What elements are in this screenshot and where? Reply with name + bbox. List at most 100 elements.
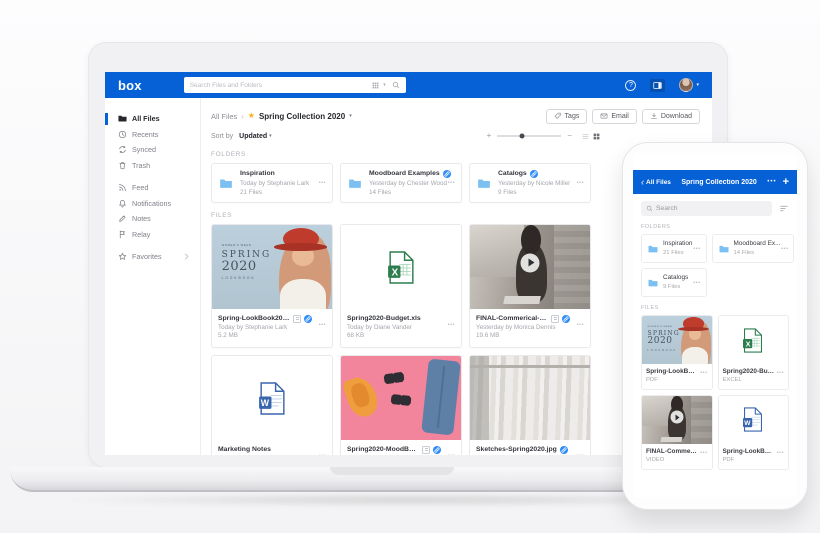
- folder-name-row: Catalogs: [498, 169, 570, 179]
- add-icon[interactable]: +: [783, 176, 789, 188]
- folder-menu-caret-icon[interactable]: ▾: [349, 113, 352, 119]
- email-button[interactable]: Email: [592, 108, 637, 124]
- mobile-files-label: FILES: [641, 305, 659, 311]
- sidebar-item-feed[interactable]: Feed: [105, 180, 200, 196]
- more-options-icon[interactable]: •••: [577, 453, 584, 455]
- mobile-search-input[interactable]: Search: [641, 201, 772, 216]
- more-options-icon[interactable]: •••: [448, 453, 455, 455]
- avatar[interactable]: [679, 78, 694, 92]
- mobile-search-row: Search: [641, 201, 789, 216]
- more-options-icon[interactable]: •••: [777, 450, 784, 458]
- play-icon[interactable]: [520, 253, 540, 273]
- file-card[interactable]: Sketches-Spring2020.jpgJune 18 by David …: [469, 355, 591, 455]
- grid-view-icon[interactable]: [593, 133, 600, 140]
- word-file-icon: W: [258, 381, 286, 415]
- zoom-out-icon[interactable]: −: [567, 132, 572, 140]
- more-options-icon[interactable]: •••: [693, 280, 700, 286]
- play-icon[interactable]: [670, 410, 684, 424]
- bell-icon: [118, 199, 127, 208]
- more-options-icon[interactable]: •••: [693, 246, 700, 252]
- sidebar-item-recents[interactable]: Recents: [105, 127, 200, 143]
- slider-handle[interactable]: [519, 133, 525, 139]
- video-thumbnail: [642, 395, 712, 444]
- back-button[interactable]: ‹ All Files: [641, 177, 671, 187]
- list-view-icon[interactable]: [582, 133, 589, 140]
- sidebar-item-synced[interactable]: Synced: [105, 142, 200, 158]
- star-icon: [118, 252, 127, 261]
- model-hat-brim-decor: [678, 326, 709, 331]
- more-options-icon[interactable]: •••: [319, 453, 326, 455]
- more-options-icon[interactable]: •••: [700, 370, 707, 378]
- avatar-caret-icon[interactable]: ▾: [696, 82, 699, 88]
- shared-link-badge-icon: [433, 445, 441, 454]
- trash-icon: [118, 161, 127, 170]
- breadcrumb-all-files[interactable]: All Files: [211, 112, 237, 121]
- mobile-file-caption: Spring2020-Budget EXCEL •••: [719, 364, 789, 389]
- sidebar-item-relay[interactable]: Relay: [105, 227, 200, 243]
- more-options-icon[interactable]: •••: [777, 370, 784, 378]
- folder-card[interactable]: Moodboard Examples Yesterday by Chester W…: [340, 163, 462, 203]
- file-size: 68 KB: [347, 332, 365, 340]
- sidebar-item-notes[interactable]: Notes: [105, 211, 200, 227]
- zoom-in-icon[interactable]: +: [487, 132, 492, 140]
- mobile-file-card[interactable]: FINAL-Commerical... VIDEO •••: [641, 394, 713, 470]
- file-card[interactable]: X Spring2020-Budget.xls Today by Diane Van…: [340, 224, 462, 349]
- breadcrumb: All Files › ★ Spring Collection 2020 ▾ T…: [211, 108, 700, 124]
- excel-file-icon: X: [387, 250, 415, 284]
- download-button[interactable]: Download: [641, 108, 700, 124]
- play-triangle: [675, 414, 680, 421]
- svg-text:X: X: [746, 339, 751, 348]
- file-type: VIDEO: [646, 457, 665, 464]
- mobile-file-card[interactable]: W Spring-LookBook2020 PDF •••: [717, 394, 789, 470]
- folder-name-row: Moodboard Examples: [369, 169, 451, 179]
- mobile-file-card[interactable]: X Spring2020-Budget EXCEL •••: [717, 315, 789, 390]
- more-options-icon[interactable]: •••: [577, 322, 584, 330]
- file-card[interactable]: FINAL-Commerical-Spring2020.mp4Yesterday…: [469, 224, 591, 349]
- cover-subtitle: WOMEN'S WEAR: [221, 242, 252, 247]
- search-input[interactable]: Search Files and Folders ▾: [183, 77, 406, 93]
- panel-toggle-icon[interactable]: [650, 78, 666, 92]
- file-card[interactable]: W Marketing NotesJune 20 by Chester Wood•…: [211, 355, 333, 455]
- tags-button[interactable]: Tags: [545, 108, 588, 124]
- more-options-icon[interactable]: •••: [319, 322, 326, 330]
- search-icon[interactable]: [392, 81, 400, 89]
- chevron-right-icon[interactable]: [182, 252, 191, 261]
- sidebar-item-notifications[interactable]: Notifications: [105, 196, 200, 212]
- folder-file-count: 21 Files: [240, 188, 263, 196]
- mobile-file-card[interactable]: WOMEN'S WEAR SPRING 2020 LOOKBOOK Spring-Loo…: [641, 315, 713, 390]
- file-name-row: Marketing Notes: [218, 445, 326, 455]
- more-options-icon[interactable]: •••: [448, 180, 455, 186]
- sidebar: All Files Recents Synced Trash Feed Notificat…: [105, 98, 201, 455]
- mail-icon: [600, 112, 608, 120]
- mobile-files-grid: WOMEN'S WEAR SPRING 2020 LOOKBOOK Spring-Loo…: [641, 315, 789, 470]
- sort-icon[interactable]: [779, 204, 789, 213]
- lookbook-cover-text: WOMEN'S WEAR SPRING 2020 LOOKBOOK: [222, 243, 272, 281]
- slider-track[interactable]: [497, 133, 562, 139]
- search-filter-grid-icon[interactable]: [372, 82, 379, 89]
- more-options-icon[interactable]: •••: [448, 322, 455, 330]
- folder-card[interactable]: Inspiration Today by Stephanie Lark 21 Fil…: [211, 163, 333, 203]
- sort-by-dropdown[interactable]: Sort by Updated ▾: [211, 133, 272, 140]
- more-options-icon[interactable]: •••: [700, 450, 707, 458]
- more-options-icon[interactable]: •••: [767, 179, 776, 185]
- svg-text:X: X: [391, 267, 398, 278]
- desktop-top-bar: box Search Files and Folders ▾ ? ▾: [105, 72, 712, 98]
- more-options-icon[interactable]: •••: [577, 180, 584, 186]
- sidebar-item-favorites[interactable]: Favorites: [105, 249, 200, 265]
- sidebar-item-all-files[interactable]: All Files: [105, 111, 200, 127]
- thumbnail-size-slider[interactable]: + −: [487, 132, 600, 140]
- help-icon[interactable]: ?: [625, 79, 637, 91]
- mobile-folder-card[interactable]: Catalogs 9 Files •••: [641, 268, 707, 297]
- file-card[interactable]: Spring2020-MoodBoard.pptxJune 20 by Ches…: [340, 355, 462, 455]
- cover-title-lookbook: LOOKBOOK: [647, 348, 678, 352]
- more-options-icon[interactable]: •••: [319, 180, 326, 186]
- folder-name: Catalogs: [663, 273, 689, 281]
- file-card[interactable]: WOMEN'S WEAR SPRING 2020 LOOKBOOK Spring-Loo…: [211, 224, 333, 349]
- mobile-folder-card[interactable]: Inspiration 21 Files •••: [641, 234, 707, 263]
- mobile-folder-card[interactable]: Moodboard Ex... 14 Files •••: [711, 234, 795, 263]
- search-filter-caret-icon[interactable]: ▾: [383, 82, 386, 88]
- more-options-icon[interactable]: •••: [781, 246, 788, 252]
- folder-card[interactable]: Catalogs Yesterday by Nicole Miller 9 File…: [469, 163, 591, 203]
- favorite-star-icon[interactable]: ★: [248, 112, 255, 120]
- sidebar-item-trash[interactable]: Trash: [105, 158, 200, 174]
